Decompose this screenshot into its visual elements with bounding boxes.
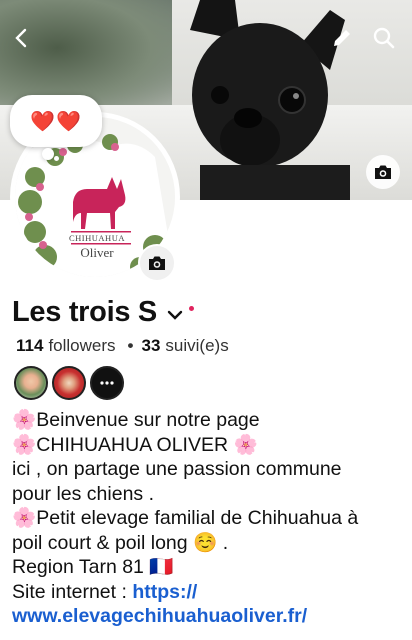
status-emoji: ❤️❤️ <box>30 110 82 133</box>
following-count: 33 <box>141 336 161 355</box>
status-note-bubble[interactable]: ❤️❤️ <box>10 95 102 147</box>
following-label: suivi(e)s <box>165 336 229 355</box>
avatar-logo-line2: Oliver <box>80 245 114 260</box>
edit-button[interactable] <box>326 22 358 54</box>
stats-separator: • <box>127 336 134 355</box>
website-link-continued[interactable]: www.elevagechihuahuaoliver.fr/ <box>12 605 307 627</box>
profile-stats: 114 followers • 33 suivi(e)s <box>16 336 229 356</box>
bio-line: poil court & poil long ☺️ . <box>12 531 229 554</box>
followers-label: followers <box>48 336 116 355</box>
ellipsis-icon <box>100 381 114 385</box>
followers-count: 114 <box>16 336 44 355</box>
followers-link[interactable]: 114 followers <box>16 336 116 356</box>
bio-line: 🌸Beinvenue sur notre page <box>12 409 260 431</box>
bubble-tail-small <box>54 156 59 161</box>
bio-website-line: Site internet : https:// <box>12 580 404 605</box>
pencil-icon <box>334 30 350 46</box>
avatar-logo-line1: CHIHUAHUA <box>69 233 125 243</box>
bio-website-line-2: www.elevagechihuahuaoliver.fr/ <box>12 604 404 629</box>
bubble-tail <box>42 148 54 160</box>
friends-preview[interactable] <box>14 366 128 400</box>
friend-avatar[interactable] <box>52 366 86 400</box>
search-button[interactable] <box>368 22 400 54</box>
camera-icon <box>149 256 165 270</box>
bio-line: 🌸Petit elevage familial de Chihuahua à <box>12 507 359 529</box>
back-chevron-icon <box>15 28 27 48</box>
camera-icon <box>375 165 391 179</box>
friend-avatar[interactable] <box>14 366 48 400</box>
profile-name-row[interactable]: Les trois S <box>12 296 194 329</box>
bio-line: Region Tarn 81 🇫🇷 <box>12 556 174 578</box>
notification-dot <box>188 306 194 311</box>
profile-name: Les trois S <box>12 296 157 328</box>
bio-line: 🌸CHIHUAHUA OLIVER 🌸 <box>12 433 258 456</box>
bio-line: pour les chiens . <box>12 482 154 505</box>
website-link[interactable]: https:// <box>132 581 197 603</box>
cover-camera-button[interactable] <box>366 155 400 189</box>
profile-bio: 🌸Beinvenue sur notre page 🌸CHIHUAHUA OLI… <box>12 408 404 629</box>
back-button[interactable] <box>6 22 38 54</box>
website-label: Site internet : <box>12 580 133 603</box>
search-icon <box>373 27 395 49</box>
bio-line: ici , on partage une passion commune <box>12 458 342 480</box>
more-friends-button[interactable] <box>90 366 124 400</box>
following-link[interactable]: 33 suivi(e)s <box>141 336 228 356</box>
avatar-camera-button[interactable] <box>138 244 176 282</box>
chevron-down-icon[interactable] <box>167 309 183 321</box>
